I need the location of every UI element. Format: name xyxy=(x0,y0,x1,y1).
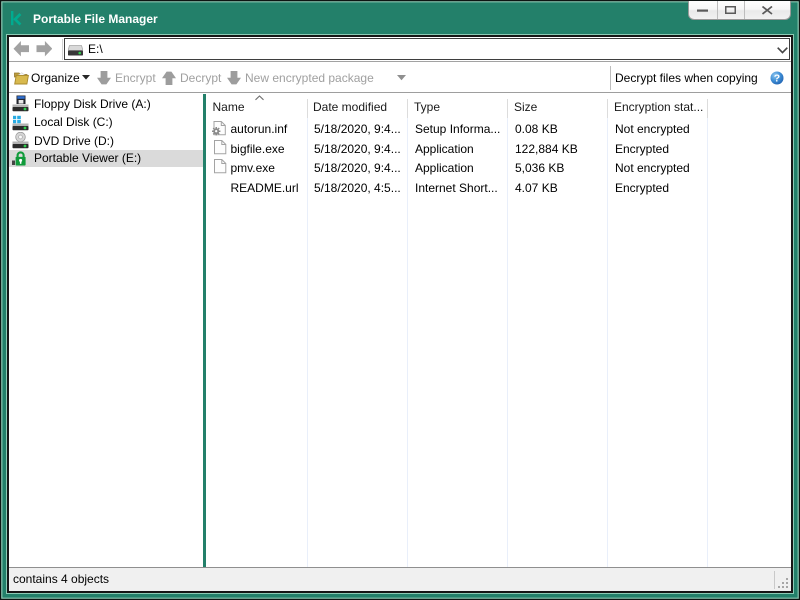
svg-text:?: ? xyxy=(774,73,780,85)
